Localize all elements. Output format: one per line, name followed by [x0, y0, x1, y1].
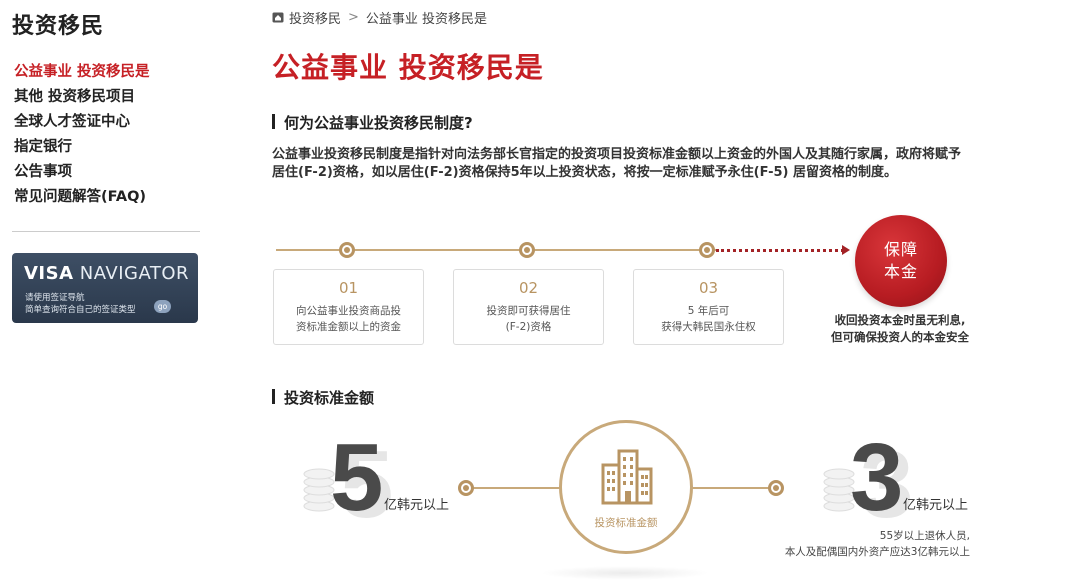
step-text-line1: 5 年后可	[687, 305, 730, 317]
sidebar: 投资移民 公益事业 投资移民是 其他 投资移民项目 全球人才签证中心 指定银行 …	[0, 0, 205, 587]
step-text-line2: 获得大韩民国永住权	[661, 321, 756, 333]
breadcrumb-item-current[interactable]: 公益事业 投资移民是	[366, 8, 487, 27]
connector-dot-left	[458, 480, 474, 496]
section-heading-what-is: 何为公益事业投资移民制度?	[272, 112, 473, 133]
building-icon	[601, 449, 653, 505]
step-card-2: 02 投资即可获得居住 (F-2)资格	[453, 269, 604, 345]
standard-amount-label: 投资标准金额	[594, 517, 658, 529]
sidebar-item-notices[interactable]: 公告事项	[14, 160, 150, 185]
retiree-note-line2: 本人及配偶国内外资产应达3亿韩元以上	[784, 546, 970, 558]
sidebar-item-other-investment[interactable]: 其他 投资移民项目	[14, 85, 150, 110]
step-text-line1: 向公益事业投资商品投	[296, 305, 401, 317]
right-value: 3	[850, 424, 904, 531]
go-icon[interactable]: go	[154, 300, 171, 313]
retiree-note: 55岁以上退休人员, 本人及配偶国内外资产应达3亿韩元以上	[760, 528, 970, 560]
right-unit: 亿韩元以上	[903, 498, 969, 513]
step-text-line2: 资标准金额以上的资金	[296, 321, 401, 333]
guarantee-caption: 收回投资本金时虽无利息, 但可确保投资人的本金安全	[815, 312, 985, 346]
principal-guarantee-badge: 保障 本金	[855, 215, 947, 307]
sidebar-item-global-talent[interactable]: 全球人才签证中心	[14, 110, 150, 135]
visa-navigator-title: VISA NAVIGATOR	[24, 263, 189, 284]
left-value: 5	[330, 424, 384, 531]
step-number: 01	[338, 279, 359, 297]
flow-dot-1	[339, 242, 355, 258]
sidebar-title: 投资移民	[12, 14, 105, 39]
sidebar-item-faq[interactable]: 常见问题解答(FAQ)	[14, 185, 150, 210]
retiree-note-line1: 55岁以上退休人员,	[879, 530, 970, 542]
breadcrumb-item-investment-immigration[interactable]: 投资移民	[289, 8, 341, 27]
flow-dot-2	[519, 242, 535, 258]
sidebar-item-designated-bank[interactable]: 指定银行	[14, 135, 150, 160]
standard-amount-circle: 投资标准金额	[559, 420, 693, 554]
breadcrumb-separator: >	[348, 10, 359, 25]
circle-shadow	[540, 566, 710, 580]
visa-navigator-banner[interactable]: VISA NAVIGATOR 请使用签证导航 简单查询符合自己的签证类型 go	[12, 253, 198, 323]
dashed-arrow-line	[716, 249, 844, 252]
guarantee-line2: 本金	[883, 262, 918, 281]
home-icon[interactable]	[272, 12, 284, 23]
connector-dot-right	[768, 480, 784, 496]
connector-right	[692, 487, 776, 489]
sidebar-divider	[12, 231, 200, 232]
page-title: 公益事业 投资移民是	[272, 51, 544, 84]
section-heading-standard-amount: 投资标准金额	[272, 387, 374, 408]
visa-desc-line1: 请使用签证导航	[25, 293, 85, 303]
section-description: 公益事业投资移民制度是指针对向法务部长官指定的投资项目投资标准金额以上资金的外国…	[272, 147, 962, 180]
step-number: 03	[698, 279, 719, 297]
step-text-line1: 投资即可获得居住	[486, 305, 571, 317]
arrow-head-icon	[842, 245, 850, 255]
guarantee-caption-line1: 收回投资本金时虽无利息,	[834, 313, 966, 327]
left-unit: 亿韩元以上	[384, 498, 450, 513]
sidebar-item-public-investment[interactable]: 公益事业 投资移民是	[14, 60, 150, 85]
step-text-line2: (F-2)资格	[505, 321, 552, 333]
visa-word: VISA	[24, 263, 74, 284]
step-card-1: 01 向公益事业投资商品投 资标准金额以上的资金	[273, 269, 424, 345]
visa-desc-line2: 简单查询符合自己的签证类型	[25, 305, 136, 315]
step-number: 02	[518, 279, 539, 297]
breadcrumb: 投资移民 > 公益事业 投资移民是	[272, 8, 487, 27]
guarantee-caption-line2: 但可确保投资人的本金安全	[831, 330, 969, 344]
connector-left	[465, 487, 561, 489]
guarantee-line1: 保障	[883, 240, 918, 259]
step-card-3: 03 5 年后可 获得大韩民国永住权	[633, 269, 784, 345]
navigator-word: NAVIGATOR	[79, 263, 190, 284]
flow-dot-3	[699, 242, 715, 258]
sidebar-menu: 公益事业 投资移民是 其他 投资移民项目 全球人才签证中心 指定银行 公告事项 …	[14, 60, 150, 210]
